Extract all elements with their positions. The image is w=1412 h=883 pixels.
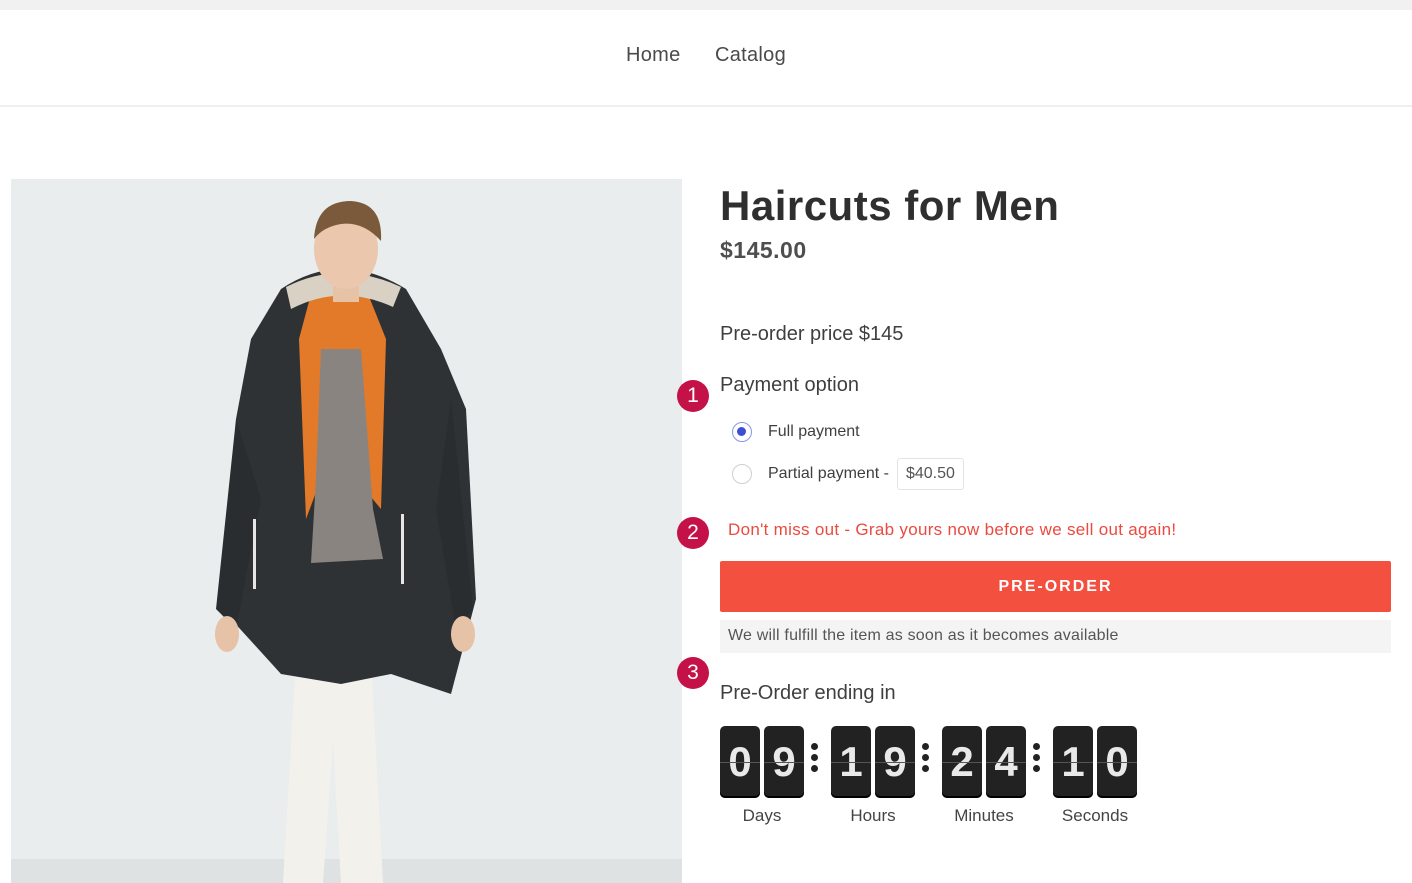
- countdown-hours-digit-1: 1: [831, 726, 871, 798]
- nav-catalog-link[interactable]: Catalog: [715, 44, 786, 67]
- countdown-days-digit-1: 0: [720, 726, 760, 798]
- site-header: Home Catalog: [0, 10, 1412, 107]
- full-payment-label: Full payment: [768, 423, 860, 440]
- countdown-seconds-label: Seconds: [1061, 806, 1129, 825]
- fulfill-note: We will fulfill the item as soon as it b…: [720, 620, 1391, 653]
- preorder-price: Pre-order price $145: [720, 323, 904, 345]
- countdown-hours-label: Hours: [850, 806, 896, 825]
- countdown-minutes-digit-2: 4: [986, 726, 1026, 798]
- callout-marker-2: 2: [677, 517, 709, 549]
- pre-order-button[interactable]: PRE-ORDER: [720, 561, 1391, 612]
- countdown-hours-digit-2: 9: [875, 726, 915, 798]
- main-nav: Home Catalog: [0, 44, 1412, 67]
- callout-marker-1: 1: [677, 380, 709, 412]
- product-title: Haircuts for Men: [720, 182, 1060, 229]
- partial-payment-label: Partial payment -: [768, 465, 889, 482]
- radio-checked-icon[interactable]: [732, 422, 752, 442]
- urgency-message: Don't miss out - Grab yours now before w…: [728, 520, 1177, 539]
- countdown-timer: 0 9 1 9 2 4 1 0 Days Hours Minutes Secon…: [720, 726, 1150, 836]
- countdown-minutes-label: Minutes: [954, 806, 1014, 825]
- callout-marker-3: 3: [677, 657, 709, 689]
- countdown-minutes-digit-1: 2: [942, 726, 982, 798]
- preorder-ending-label: Pre-Order ending in: [720, 682, 896, 704]
- countdown-days-label: Days: [742, 806, 782, 825]
- product-price: $145.00: [720, 237, 807, 263]
- partial-payment-option[interactable]: Partial payment - $40.50: [732, 458, 964, 490]
- countdown-seconds-digit-2: 0: [1097, 726, 1137, 798]
- top-strip: [0, 0, 1412, 10]
- countdown-seconds-digit-1: 1: [1053, 726, 1093, 798]
- full-payment-option[interactable]: Full payment: [732, 422, 860, 442]
- countdown-separator: [1033, 740, 1041, 776]
- countdown-separator: [922, 740, 930, 776]
- countdown-separator: [811, 740, 819, 776]
- nav-home-link[interactable]: Home: [626, 44, 681, 67]
- countdown-days-digit-2: 9: [764, 726, 804, 798]
- payment-option-label: Payment option: [720, 374, 859, 396]
- product-photo-illustration: [11, 179, 682, 883]
- radio-unchecked-icon[interactable]: [732, 464, 752, 484]
- product-image: [11, 179, 682, 883]
- partial-payment-amount: $40.50: [896, 458, 964, 490]
